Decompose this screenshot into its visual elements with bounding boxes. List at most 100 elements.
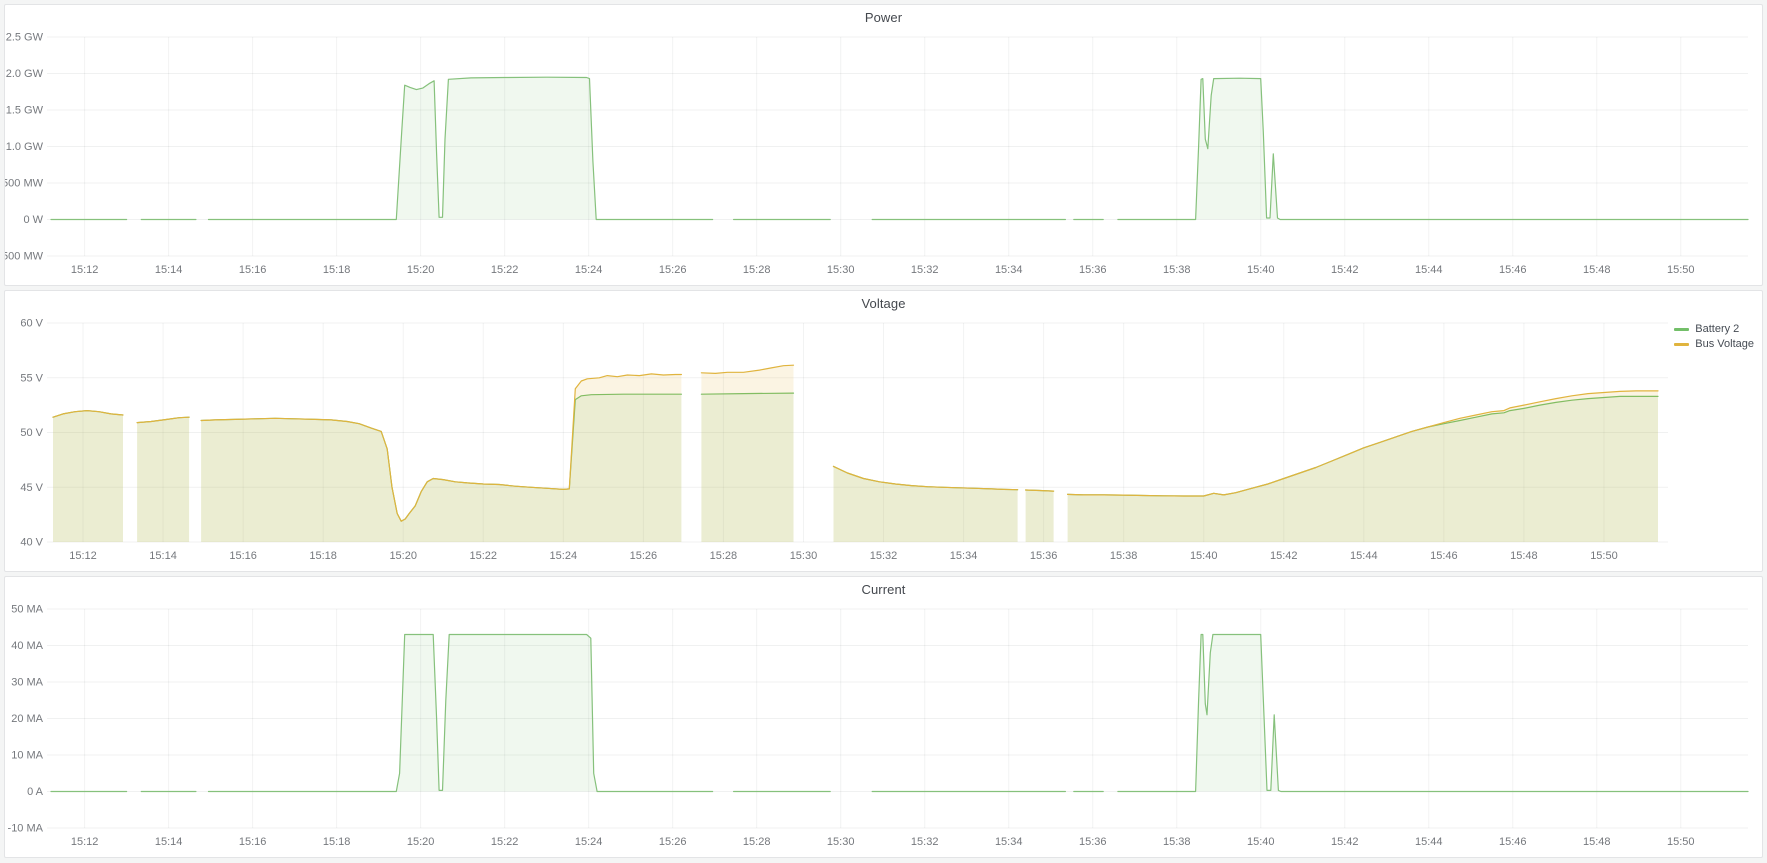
svg-text:40 MA: 40 MA — [11, 640, 43, 652]
svg-text:15:50: 15:50 — [1667, 264, 1695, 276]
svg-text:15:36: 15:36 — [1079, 264, 1107, 276]
svg-text:15:44: 15:44 — [1350, 550, 1378, 562]
svg-text:15:22: 15:22 — [491, 836, 519, 848]
svg-text:15:48: 15:48 — [1583, 836, 1611, 848]
svg-text:15:40: 15:40 — [1247, 836, 1275, 848]
svg-text:15:18: 15:18 — [323, 264, 351, 276]
svg-text:15:30: 15:30 — [790, 550, 818, 562]
legend-swatch-bus-voltage-icon — [1674, 343, 1689, 346]
svg-text:15:32: 15:32 — [911, 836, 939, 848]
svg-text:0 W: 0 W — [23, 214, 43, 226]
svg-text:-10 MA: -10 MA — [8, 823, 44, 835]
current-chart[interactable]: 15:12 15:14 15:16 15:18 15:20 15:22 15:24 15:26… — [5, 601, 1762, 855]
svg-text:15:12: 15:12 — [71, 264, 99, 276]
panel-power: Power 15:12 15:14 15:16 15:18 15:20 15:22 15:2… — [4, 4, 1763, 286]
svg-text:15:14: 15:14 — [155, 836, 183, 848]
svg-text:15:24: 15:24 — [550, 550, 578, 562]
svg-text:55 V: 55 V — [20, 372, 43, 384]
legend-item-battery-2[interactable]: Battery 2 — [1674, 323, 1754, 335]
svg-text:15:28: 15:28 — [710, 550, 738, 562]
svg-text:-500 MW: -500 MW — [5, 251, 44, 263]
svg-text:15:48: 15:48 — [1583, 264, 1611, 276]
svg-text:15:26: 15:26 — [659, 836, 687, 848]
svg-text:15:46: 15:46 — [1430, 550, 1458, 562]
panel-title-current: Current — [861, 582, 905, 597]
svg-text:15:14: 15:14 — [149, 550, 177, 562]
panel-voltage-header[interactable]: Voltage — [5, 291, 1762, 315]
svg-text:15:26: 15:26 — [659, 264, 687, 276]
svg-text:15:44: 15:44 — [1415, 836, 1443, 848]
svg-text:15:42: 15:42 — [1331, 836, 1359, 848]
svg-text:15:16: 15:16 — [229, 550, 257, 562]
svg-text:15:12: 15:12 — [71, 836, 99, 848]
svg-text:15:40: 15:40 — [1190, 550, 1218, 562]
svg-text:15:32: 15:32 — [870, 550, 898, 562]
svg-text:2.5 GW: 2.5 GW — [6, 32, 44, 44]
svg-text:15:38: 15:38 — [1110, 550, 1138, 562]
svg-text:15:30: 15:30 — [827, 264, 855, 276]
svg-text:15:32: 15:32 — [911, 264, 939, 276]
svg-text:10 MA: 10 MA — [11, 750, 43, 762]
legend-label-battery-2: Battery 2 — [1695, 323, 1739, 335]
svg-text:2.0 GW: 2.0 GW — [6, 68, 44, 80]
svg-text:15:44: 15:44 — [1415, 264, 1443, 276]
chart-canvas: 15:12 15:14 15:16 15:18 15:20 15:22 15:24 15:26… — [5, 29, 1762, 283]
chart-canvas: 15:12 15:14 15:16 15:18 15:20 15:22 15:24 15:26… — [5, 601, 1762, 855]
svg-text:30 MA: 30 MA — [11, 677, 43, 689]
svg-text:15:16: 15:16 — [239, 264, 267, 276]
svg-text:15:18: 15:18 — [323, 836, 351, 848]
panel-title-voltage: Voltage — [861, 296, 905, 311]
svg-text:15:34: 15:34 — [950, 550, 978, 562]
svg-text:15:28: 15:28 — [743, 836, 771, 848]
svg-text:0 A: 0 A — [27, 786, 44, 798]
svg-text:15:20: 15:20 — [407, 836, 435, 848]
svg-text:60 V: 60 V — [20, 318, 43, 330]
svg-text:40 V: 40 V — [20, 537, 43, 549]
panel-current-header[interactable]: Current — [5, 577, 1762, 601]
svg-text:15:38: 15:38 — [1163, 836, 1191, 848]
svg-text:15:22: 15:22 — [470, 550, 498, 562]
chart-canvas: 15:1215:1415:1615:1815:2015:2215:2415:26… — [5, 315, 1762, 569]
svg-text:15:36: 15:36 — [1079, 836, 1107, 848]
voltage-legend: Battery 2 Bus Voltage — [1674, 323, 1754, 350]
svg-text:15:36: 15:36 — [1030, 550, 1058, 562]
svg-text:15:34: 15:34 — [995, 836, 1023, 848]
svg-text:45 V: 45 V — [20, 482, 43, 494]
svg-text:50 V: 50 V — [20, 427, 43, 439]
svg-text:1.0 GW: 1.0 GW — [6, 141, 44, 153]
svg-text:15:20: 15:20 — [389, 550, 417, 562]
svg-text:15:24: 15:24 — [575, 264, 603, 276]
svg-text:15:46: 15:46 — [1499, 264, 1527, 276]
svg-text:15:34: 15:34 — [995, 264, 1023, 276]
svg-text:1.5 GW: 1.5 GW — [6, 105, 44, 117]
svg-text:15:14: 15:14 — [155, 264, 183, 276]
svg-text:15:38: 15:38 — [1163, 264, 1191, 276]
power-chart[interactable]: 15:12 15:14 15:16 15:18 15:20 15:22 15:24 15:26… — [5, 29, 1762, 283]
svg-text:15:48: 15:48 — [1510, 550, 1538, 562]
svg-text:15:50: 15:50 — [1667, 836, 1695, 848]
svg-text:15:20: 15:20 — [407, 264, 435, 276]
svg-text:15:16: 15:16 — [239, 836, 267, 848]
svg-text:15:42: 15:42 — [1270, 550, 1298, 562]
svg-text:15:30: 15:30 — [827, 836, 855, 848]
svg-text:15:40: 15:40 — [1247, 264, 1275, 276]
panel-title-power: Power — [865, 10, 902, 25]
legend-item-bus-voltage[interactable]: Bus Voltage — [1674, 338, 1754, 350]
svg-text:15:46: 15:46 — [1499, 836, 1527, 848]
panel-voltage: Voltage Battery 2 Bus Voltage 15:12 15:14… — [4, 290, 1763, 572]
svg-text:15:24: 15:24 — [575, 836, 603, 848]
panel-power-header[interactable]: Power — [5, 5, 1762, 29]
svg-text:15:12: 15:12 — [69, 550, 97, 562]
svg-text:15:18: 15:18 — [309, 550, 337, 562]
svg-text:15:22: 15:22 — [491, 264, 519, 276]
panel-current: Current 15:1215:1415:1615:1815:2015:2215… — [4, 576, 1763, 858]
dashboard: Power 15:12 15:14 15:16 15:18 15:20 15:22 15:2… — [0, 0, 1767, 862]
svg-text:20 MA: 20 MA — [11, 713, 43, 725]
voltage-chart[interactable]: Battery 2 Bus Voltage 15:12 15:14 15:16 15:… — [5, 315, 1762, 569]
svg-text:500 MW: 500 MW — [5, 178, 44, 190]
svg-text:15:42: 15:42 — [1331, 264, 1359, 276]
svg-text:15:50: 15:50 — [1590, 550, 1618, 562]
svg-text:15:28: 15:28 — [743, 264, 771, 276]
legend-swatch-battery-2-icon — [1674, 328, 1689, 331]
svg-text:50 MA: 50 MA — [11, 604, 43, 616]
